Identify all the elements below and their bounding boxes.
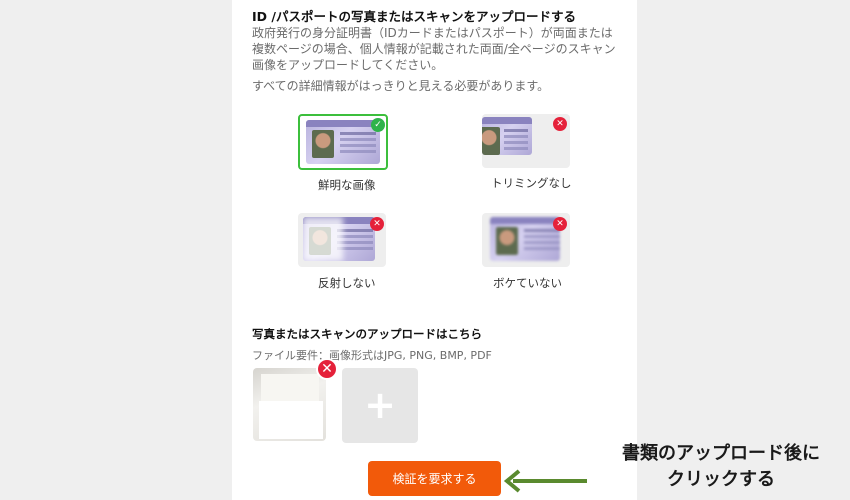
close-icon: ✕ [553, 217, 567, 231]
sample-caption-clear: 鮮明な画像 [318, 178, 376, 192]
sample-cropped: ✕ [482, 114, 570, 168]
instruction-annotation: 書類のアップロード後に クリックする [590, 441, 850, 493]
id-card-image [490, 217, 560, 261]
arrow-left-icon [503, 469, 587, 493]
sample-caption-cropped: トリミングなし [491, 176, 572, 190]
close-icon: ✕ [553, 117, 567, 131]
request-verification-button[interactable]: 検証を要求する [368, 461, 501, 496]
plus-icon: + [364, 383, 396, 427]
uploaded-document-thumbnail[interactable] [253, 368, 326, 441]
annotation-line-2: クリックする [667, 469, 775, 490]
annotation-line-1: 書類のアップロード後に [622, 443, 820, 464]
id-card-image [306, 120, 380, 164]
upload-title: 写真またはスキャンのアップロードはこちら [252, 327, 482, 341]
detail-requirement: すべての詳細情報がはっきりと見える必要があります。 [252, 79, 550, 93]
file-requirements: ファイル要件：画像形式はJPG, PNG, BMP, PDF [252, 349, 492, 362]
section-description: 政府発行の身分証明書（IDカードまたはパスポート）が両面または複数ページの場合、… [252, 26, 616, 72]
sample-blurry: ✕ [482, 213, 570, 267]
sample-clear-image: ✓ [298, 114, 388, 170]
add-file-button[interactable]: + [342, 368, 418, 443]
id-card-image [482, 117, 532, 155]
remove-upload-button[interactable]: ✕ [316, 358, 338, 380]
section-heading: ID /パスポートの写真またはスキャンをアップロードする [252, 9, 576, 24]
sample-caption-glare: 反射しない [318, 276, 376, 290]
close-icon: ✕ [321, 361, 333, 377]
sample-caption-blurry: ボケていない [493, 276, 562, 290]
id-card-image [303, 217, 375, 261]
sample-glare: ✕ [298, 213, 386, 267]
close-icon: ✕ [370, 217, 384, 231]
check-icon: ✓ [371, 118, 385, 132]
